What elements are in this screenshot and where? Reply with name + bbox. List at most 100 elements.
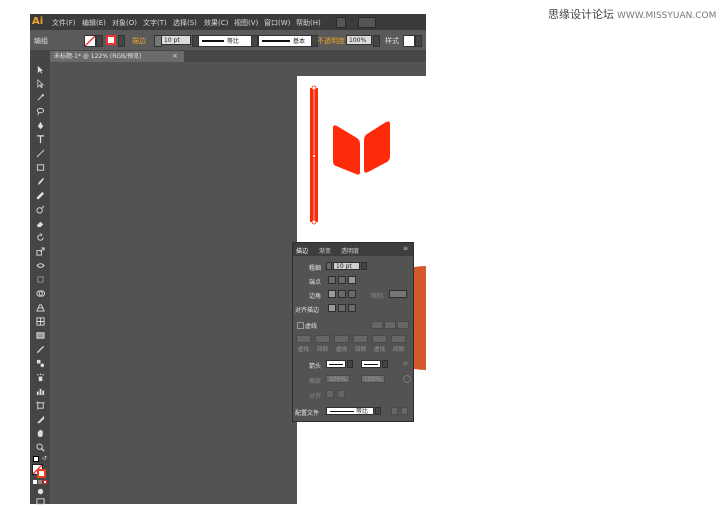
weight-stepper[interactable] bbox=[326, 262, 332, 270]
red-wing-shapes[interactable] bbox=[331, 120, 393, 182]
menu-view[interactable]: 视图(V) bbox=[234, 18, 258, 28]
opacity-field[interactable]: 100% bbox=[346, 35, 372, 45]
shape-builder-tool-icon[interactable] bbox=[35, 288, 45, 298]
menu-window[interactable]: 窗口(W) bbox=[264, 18, 290, 28]
stroke-weight-field[interactable]: 10 pt bbox=[161, 35, 191, 45]
tab-stroke[interactable]: 描边 bbox=[296, 246, 308, 255]
opacity-dropdown[interactable] bbox=[373, 35, 380, 47]
stroke-dropdown[interactable] bbox=[118, 35, 125, 47]
brush-definition[interactable]: 基本 bbox=[258, 35, 312, 47]
butt-cap-button[interactable] bbox=[328, 276, 336, 284]
gap-field-3[interactable] bbox=[391, 335, 406, 343]
round-join-button[interactable] bbox=[338, 290, 346, 298]
start-arrowhead-dropdown[interactable] bbox=[347, 360, 353, 368]
menu-help[interactable]: 帮助(H) bbox=[296, 18, 321, 28]
dashed-line-checkbox[interactable] bbox=[297, 322, 304, 329]
blob-brush-tool-icon[interactable] bbox=[35, 204, 45, 214]
type-tool-icon[interactable] bbox=[35, 134, 45, 144]
menu-file[interactable]: 文件(F) bbox=[52, 18, 76, 28]
profile-dropdown[interactable] bbox=[251, 35, 258, 47]
width-tool-icon[interactable] bbox=[35, 260, 45, 270]
column-graph-tool-icon[interactable] bbox=[35, 386, 45, 396]
perspective-grid-tool-icon[interactable] bbox=[35, 302, 45, 312]
fill-swatch[interactable] bbox=[84, 35, 96, 47]
zoom-tool-icon[interactable] bbox=[35, 442, 45, 452]
blend-tool-icon[interactable] bbox=[35, 358, 45, 368]
paintbrush-tool-icon[interactable] bbox=[35, 176, 45, 186]
start-arrowhead-select[interactable] bbox=[326, 360, 346, 368]
dash-field-1[interactable] bbox=[296, 335, 311, 343]
rectangle-tool-icon[interactable] bbox=[35, 162, 45, 172]
direct-selection-tool-icon[interactable] bbox=[35, 78, 45, 88]
dash-corner-button[interactable] bbox=[397, 321, 409, 329]
align-inside-button[interactable] bbox=[338, 304, 346, 312]
gradient-tool-icon[interactable] bbox=[35, 330, 45, 340]
end-scale-field[interactable]: 100% bbox=[361, 375, 385, 383]
rotate-tool-icon[interactable] bbox=[35, 232, 45, 242]
dash-field-2[interactable] bbox=[334, 335, 349, 343]
profile-dropdown[interactable] bbox=[375, 407, 381, 415]
stroke-color-swatch[interactable] bbox=[37, 469, 46, 478]
mesh-tool-icon[interactable] bbox=[35, 316, 45, 326]
swap-arrowheads-icon[interactable]: ⇄ bbox=[403, 360, 408, 367]
menu-edit[interactable]: 编辑(E) bbox=[82, 18, 106, 28]
arrow-place-button[interactable] bbox=[337, 390, 345, 398]
pencil-tool-icon[interactable] bbox=[35, 190, 45, 200]
start-scale-field[interactable]: 100% bbox=[326, 375, 350, 383]
lasso-tool-icon[interactable] bbox=[35, 106, 45, 116]
magic-wand-tool-icon[interactable] bbox=[35, 92, 45, 102]
symbol-sprayer-tool-icon[interactable] bbox=[35, 372, 45, 382]
miter-join-button[interactable] bbox=[328, 290, 336, 298]
style-dropdown[interactable] bbox=[415, 35, 422, 47]
end-arrowhead-dropdown[interactable] bbox=[382, 360, 388, 368]
dash-field-3[interactable] bbox=[372, 335, 387, 343]
orange-circle-shape[interactable] bbox=[413, 266, 426, 371]
artboard-tool-icon[interactable] bbox=[35, 400, 45, 410]
gap-field-2[interactable] bbox=[353, 335, 368, 343]
link-scale-icon[interactable] bbox=[403, 375, 411, 383]
projecting-cap-button[interactable] bbox=[348, 276, 356, 284]
hand-tool-icon[interactable] bbox=[35, 428, 45, 438]
bevel-join-button[interactable] bbox=[348, 290, 356, 298]
free-transform-tool-icon[interactable] bbox=[35, 274, 45, 284]
menu-select[interactable]: 选择(S) bbox=[173, 18, 197, 28]
panel-menu-icon[interactable]: ≡ bbox=[403, 246, 409, 252]
end-arrowhead-select[interactable] bbox=[361, 360, 381, 368]
screen-mode-icon[interactable] bbox=[35, 497, 45, 505]
fill-dropdown[interactable] bbox=[96, 35, 103, 47]
menu-object[interactable]: 对象(O) bbox=[112, 18, 137, 28]
drawing-modes-icon[interactable] bbox=[35, 486, 45, 496]
line-segment-tool-icon[interactable] bbox=[35, 148, 45, 158]
profile-select[interactable]: 等比 bbox=[326, 407, 374, 415]
dash-align-button[interactable] bbox=[384, 321, 396, 329]
menu-type[interactable]: 文字(T) bbox=[143, 18, 167, 28]
dash-preserve-button[interactable] bbox=[371, 321, 383, 329]
pen-tool-icon[interactable] bbox=[35, 120, 45, 130]
stroke-label[interactable]: 描边 bbox=[132, 36, 146, 46]
color-mode-buttons[interactable] bbox=[33, 480, 47, 484]
align-outside-button[interactable] bbox=[348, 304, 356, 312]
opacity-label[interactable]: 不透明度 bbox=[317, 36, 345, 46]
variable-width-profile[interactable]: 等比 bbox=[198, 35, 252, 47]
document-tab[interactable]: 未标题-1* @ 122% (RGB/预览) bbox=[50, 51, 184, 62]
arrange-documents-icon[interactable] bbox=[358, 17, 376, 28]
fill-stroke-widget[interactable] bbox=[32, 464, 46, 478]
scale-tool-icon[interactable] bbox=[35, 246, 45, 256]
selected-stroke-shape[interactable] bbox=[307, 82, 321, 232]
weight-field[interactable]: 10 pt bbox=[333, 262, 360, 270]
stroke-swatch[interactable] bbox=[106, 35, 116, 45]
flip-along-button[interactable] bbox=[391, 407, 398, 415]
gradient-mode-icon[interactable] bbox=[38, 480, 42, 484]
arrow-extend-button[interactable] bbox=[326, 390, 334, 398]
flip-across-button[interactable] bbox=[401, 407, 408, 415]
tab-gradient[interactable]: 渐变 bbox=[319, 246, 331, 255]
color-mode-icon[interactable] bbox=[33, 480, 37, 484]
eyedropper-tool-icon[interactable] bbox=[35, 344, 45, 354]
limit-field[interactable] bbox=[389, 290, 407, 298]
eraser-tool-icon[interactable] bbox=[35, 218, 45, 228]
close-tab-icon[interactable]: × bbox=[172, 51, 178, 62]
menu-effect[interactable]: 效果(C) bbox=[204, 18, 228, 28]
weight-dropdown[interactable] bbox=[361, 262, 367, 270]
default-colors-icon[interactable]: ↺ bbox=[33, 456, 47, 462]
none-mode-icon[interactable] bbox=[43, 480, 47, 484]
